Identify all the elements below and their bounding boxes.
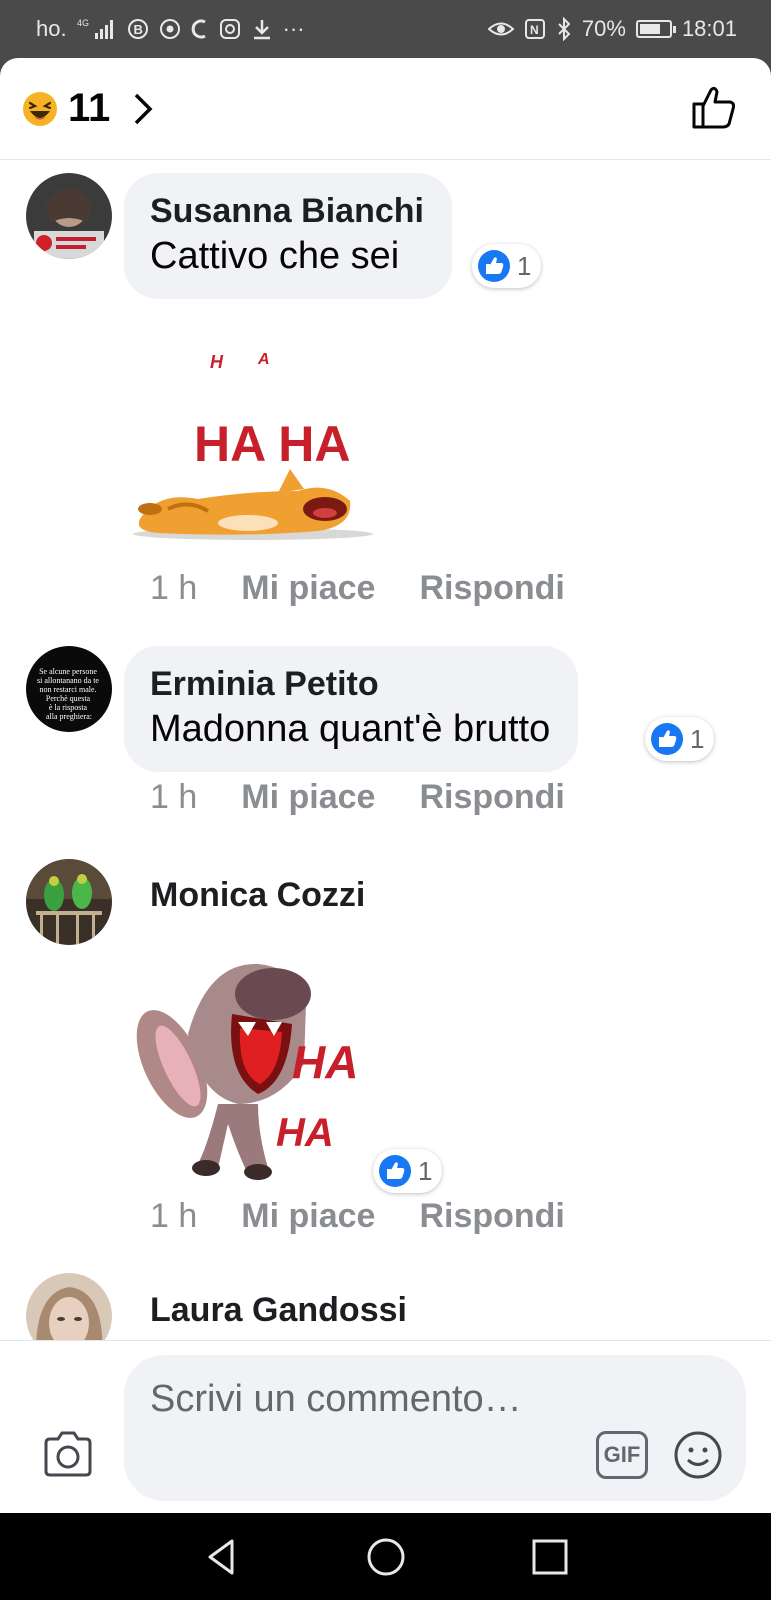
like-action-button[interactable]: Mi piace xyxy=(241,569,375,608)
avatar-image: Se alcune persone si allontanano da te n… xyxy=(26,646,112,732)
bluetooth-icon xyxy=(558,17,571,41)
reply-action-button[interactable]: Rispondi xyxy=(419,569,564,608)
sticker-text-large: HA HA xyxy=(194,416,350,472)
c-app-icon xyxy=(191,19,206,39)
recents-icon[interactable] xyxy=(528,1535,572,1579)
comment-input-container: GIF xyxy=(124,1355,746,1501)
comment-author[interactable]: Erminia Petito xyxy=(150,664,550,704)
comment-composer: GIF xyxy=(0,1340,771,1513)
comment-item: Susanna Bianchi Cattivo che sei 1 H A HA… xyxy=(0,161,771,631)
home-icon[interactable] xyxy=(364,1535,408,1579)
avatar[interactable]: Se alcune persone si allontanano da te n… xyxy=(26,646,112,732)
chrome-icon xyxy=(159,19,180,39)
reply-action-button[interactable]: Rispondi xyxy=(419,778,564,817)
download-icon xyxy=(253,20,270,40)
like-badge-icon xyxy=(478,250,510,282)
like-outline-icon[interactable] xyxy=(691,84,737,130)
sticker-text-small: H xyxy=(210,352,224,372)
comment-item: Monica Cozzi HA HA 1 1 h Mi piace Rispon… xyxy=(0,844,771,1254)
reactions-summary[interactable]: 11 xyxy=(22,86,156,131)
comment-author[interactable]: Susanna Bianchi xyxy=(150,191,424,231)
comment-input[interactable] xyxy=(150,1373,560,1485)
sticker-text-large: HA xyxy=(292,1036,358,1088)
comment-reactions[interactable]: 1 xyxy=(645,717,715,761)
comment-text: Madonna quant'è brutto xyxy=(150,708,551,750)
laughing-bunny-sticker[interactable]: HA HA xyxy=(128,954,378,1189)
sticker-text-large: HA xyxy=(276,1111,334,1155)
status-bar: ho. 4G B ··· N 70% 18:01 xyxy=(0,0,771,58)
battery-percent: 70% xyxy=(581,16,626,41)
system-navigation-bar xyxy=(0,1513,771,1600)
battery-icon xyxy=(635,20,676,38)
comment-actions: 1 h Mi piace Rispondi xyxy=(150,1197,565,1236)
reaction-count: 1 xyxy=(690,723,705,754)
avatar-image xyxy=(26,173,112,259)
svg-text:N: N xyxy=(530,23,539,37)
gif-button[interactable]: GIF xyxy=(596,1431,648,1479)
comments-sheet: 11 Susanna Bianchi Cattivo che sei 1 H A… xyxy=(0,58,771,1513)
comment-bubble[interactable]: Erminia Petito Madonna quant'è brutto xyxy=(124,646,579,772)
carrier-label: ho. xyxy=(36,16,67,41)
reply-action-button[interactable]: Rispondi xyxy=(419,1197,564,1236)
nfc-icon: N xyxy=(524,19,545,39)
avatar-quote-text: Se alcune persone si allontanano da te n… xyxy=(37,667,101,721)
like-badge-icon xyxy=(651,723,683,755)
signal-icon: 4G xyxy=(77,18,113,39)
like-action-button[interactable]: Mi piace xyxy=(241,1197,375,1236)
comment-time[interactable]: 1 h xyxy=(150,569,197,608)
comments-list: Susanna Bianchi Cattivo che sei 1 H A HA… xyxy=(0,161,771,1396)
avatar[interactable] xyxy=(26,859,112,945)
back-icon[interactable] xyxy=(200,1535,244,1579)
comment-reactions[interactable]: 1 xyxy=(472,244,542,288)
comment-author[interactable]: Monica Cozzi xyxy=(150,876,365,915)
eye-comfort-icon xyxy=(487,22,514,36)
reaction-count: 1 xyxy=(517,250,532,281)
comment-reactions[interactable]: 1 xyxy=(373,1149,443,1193)
comment-time[interactable]: 1 h xyxy=(150,778,197,817)
haha-emoji-icon xyxy=(23,91,57,126)
reactions-header: 11 xyxy=(0,58,771,160)
comment-actions: 1 h Mi piace Rispondi xyxy=(150,778,565,817)
comment-item: Se alcune persone si allontanano da te n… xyxy=(0,634,771,834)
clock: 18:01 xyxy=(681,16,737,41)
chevron-right-icon xyxy=(135,93,153,124)
reaction-count: 11 xyxy=(68,86,111,130)
comment-author[interactable]: Laura Gandossi xyxy=(150,1291,407,1330)
bold-app-icon: B xyxy=(127,19,148,39)
network-type: 4G xyxy=(77,18,89,28)
like-action-button[interactable]: Mi piace xyxy=(241,778,375,817)
camera-icon[interactable] xyxy=(42,1431,94,1477)
comment-bubble[interactable]: Susanna Bianchi Cattivo che sei xyxy=(124,173,452,299)
instagram-icon xyxy=(219,19,240,39)
comment-time[interactable]: 1 h xyxy=(150,1197,197,1236)
svg-text:B: B xyxy=(133,22,142,37)
reaction-count: 1 xyxy=(418,1155,433,1186)
laughing-dog-sticker[interactable]: H A HA HA xyxy=(128,341,378,541)
comment-text: Cattivo che sei xyxy=(150,235,400,277)
avatar[interactable] xyxy=(26,173,112,259)
like-badge-icon xyxy=(379,1155,411,1187)
smiley-icon[interactable] xyxy=(672,1429,724,1481)
comment-actions: 1 h Mi piace Rispondi xyxy=(150,569,565,608)
avatar-image xyxy=(26,859,112,945)
sticker-text-small: A xyxy=(257,351,270,368)
more-notifications-icon: ··· xyxy=(282,16,305,41)
